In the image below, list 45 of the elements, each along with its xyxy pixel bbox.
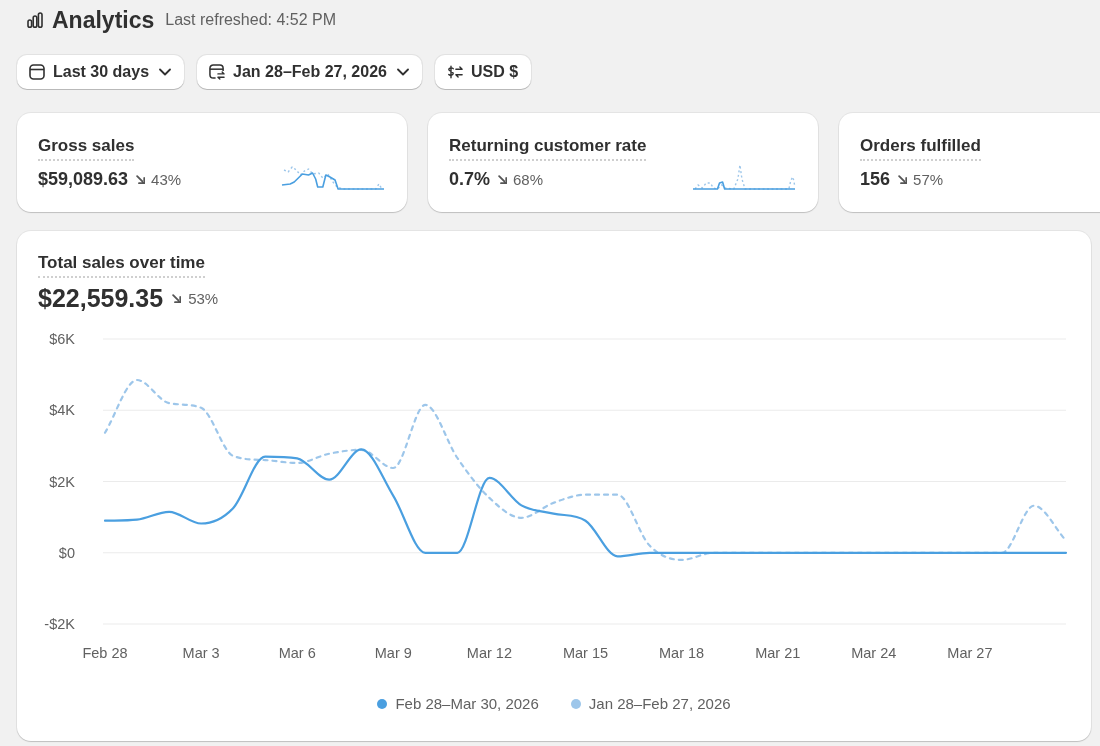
percent-change: 57%	[913, 171, 944, 188]
metric-value: 0.7%	[449, 169, 491, 190]
metric-card[interactable]: Returning customer rate 0.7% 68%	[428, 113, 818, 212]
x-axis-label: Mar 21	[755, 645, 801, 661]
y-axis-label: $4K	[49, 402, 75, 419]
date-range-button[interactable]: Jan 28–Feb 27, 2026	[197, 55, 422, 89]
metric-card[interactable]: Gross sales $59,089.63 43%	[17, 113, 407, 212]
bar-chart-icon	[27, 12, 43, 28]
page-title: Analytics	[52, 6, 155, 34]
x-axis-label: Mar 9	[374, 645, 412, 661]
x-axis-label: Mar 15	[562, 645, 609, 661]
percent-change: 53%	[188, 290, 219, 307]
legend-label: Jan 28–Feb 27, 2026	[588, 695, 731, 712]
x-axis-label: Mar 3	[182, 645, 220, 661]
y-axis-label: $6K	[49, 331, 75, 347]
metric-title: Orders fulfilled	[860, 136, 981, 161]
currency-exchange-icon	[446, 64, 463, 80]
last-refreshed-text: Last refreshed: 4:52 PM	[165, 11, 337, 29]
arrow-down-right-icon	[136, 175, 146, 184]
calendar-icon	[29, 64, 45, 80]
metric-value: $59,089.63	[38, 169, 129, 190]
x-axis-label: Mar 6	[278, 645, 316, 661]
percent-change: 68%	[513, 171, 544, 188]
metric-title: Gross sales	[38, 136, 135, 161]
x-axis-label: Mar 27	[947, 645, 993, 661]
y-axis-label: $2K	[49, 473, 75, 490]
percent-change: 43%	[151, 171, 182, 188]
x-axis-label: Feb 28	[82, 645, 128, 661]
currency-button[interactable]: USD $	[434, 55, 532, 89]
metric-card[interactable]: Orders fulfilled 156 57%	[839, 113, 1100, 212]
metric-title: Returning customer rate	[449, 136, 647, 161]
date-range-button[interactable]: Last 30 days	[17, 55, 185, 89]
x-axis-label: Mar 18	[659, 645, 705, 661]
calendar-arrows-icon	[209, 64, 226, 80]
chart-title: Total sales over time	[38, 253, 205, 278]
metric-value: 156	[860, 169, 891, 190]
total-sales-value: $22,559.35	[38, 284, 164, 313]
legend-label: Feb 28–Mar 30, 2026	[395, 695, 539, 712]
y-axis-label: $0	[58, 544, 75, 561]
x-axis-label: Mar 12	[466, 645, 512, 661]
x-axis-label: Mar 24	[851, 645, 897, 661]
arrow-down-right-icon	[498, 175, 508, 184]
arrow-down-right-icon	[172, 294, 182, 303]
y-axis-label: -$2K	[44, 616, 75, 632]
arrow-down-right-icon	[898, 175, 908, 184]
